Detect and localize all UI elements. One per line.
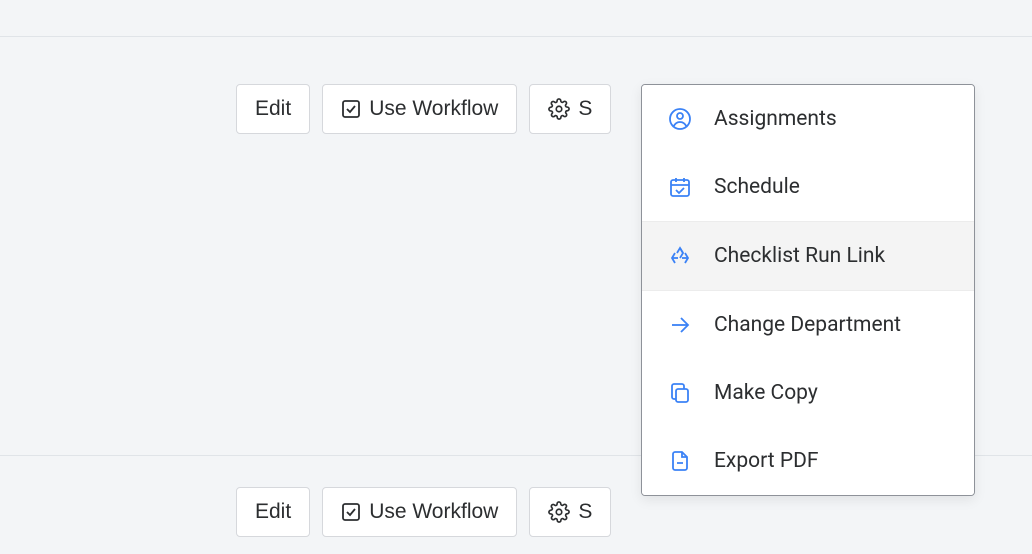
settings-button[interactable]: S: [529, 487, 611, 537]
edit-button[interactable]: Edit: [236, 84, 310, 134]
gear-icon: [548, 501, 570, 523]
document-icon: [668, 449, 692, 473]
settings-dropdown-menu: Assignments Schedule Checklist Run Link: [641, 84, 975, 496]
menu-item-make-copy[interactable]: Make Copy: [642, 359, 974, 427]
user-circle-icon: [668, 107, 692, 131]
use-workflow-button[interactable]: Use Workflow: [322, 84, 517, 134]
menu-item-label: Change Department: [714, 313, 901, 337]
menu-item-label: Assignments: [714, 107, 837, 131]
arrow-right-icon: [668, 313, 692, 337]
toolbar: Edit Use Workflow S: [236, 84, 611, 134]
menu-item-assignments[interactable]: Assignments: [642, 85, 974, 153]
menu-item-change-department[interactable]: Change Department: [642, 291, 974, 359]
settings-button[interactable]: S: [529, 84, 611, 134]
settings-label: S: [578, 500, 592, 524]
settings-label: S: [578, 97, 592, 121]
edit-button-label: Edit: [255, 500, 291, 524]
edit-button-label: Edit: [255, 97, 291, 121]
checkbox-checked-icon: [341, 99, 361, 119]
edit-button[interactable]: Edit: [236, 487, 310, 537]
menu-item-label: Checklist Run Link: [714, 244, 885, 268]
menu-item-schedule[interactable]: Schedule: [642, 153, 974, 221]
use-workflow-button[interactable]: Use Workflow: [322, 487, 517, 537]
menu-item-checklist-run-link[interactable]: Checklist Run Link: [642, 222, 974, 290]
recycle-icon: [668, 244, 692, 268]
checkbox-checked-icon: [341, 502, 361, 522]
calendar-icon: [668, 175, 692, 199]
use-workflow-label: Use Workflow: [369, 97, 498, 121]
menu-item-export-pdf[interactable]: Export PDF: [642, 427, 974, 495]
menu-item-label: Make Copy: [714, 381, 818, 405]
toolbar: Edit Use Workflow S: [236, 487, 611, 537]
copy-icon: [668, 381, 692, 405]
menu-item-label: Export PDF: [714, 449, 818, 473]
use-workflow-label: Use Workflow: [369, 500, 498, 524]
gear-icon: [548, 98, 570, 120]
separator: [0, 36, 1032, 37]
menu-item-label: Schedule: [714, 175, 800, 199]
